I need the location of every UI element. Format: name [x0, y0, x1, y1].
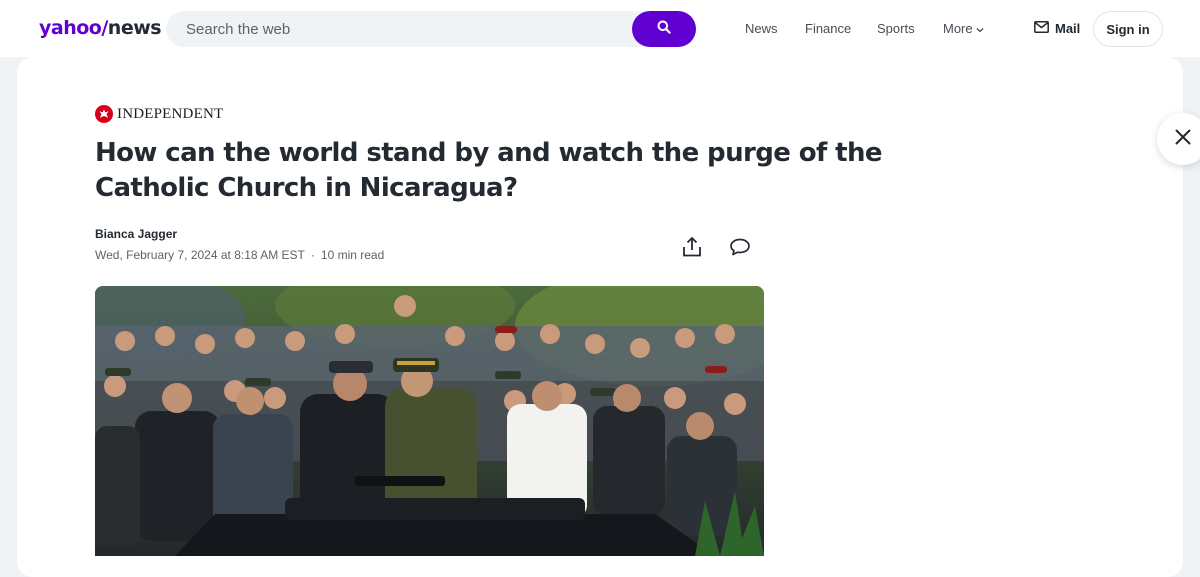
close-icon — [1174, 128, 1192, 151]
meta-separator: · — [310, 248, 315, 262]
article-author[interactable]: Bianca Jagger — [95, 227, 177, 241]
article-meta: Wed, February 7, 2024 at 8:18 AM EST · 10 … — [95, 248, 384, 262]
nav-finance-link[interactable]: Finance — [805, 0, 851, 57]
close-button[interactable] — [1157, 113, 1200, 165]
nav-more-label: More — [943, 21, 973, 36]
hero-photo-illustration — [95, 286, 764, 556]
article-hero-image[interactable] — [95, 286, 764, 556]
sign-in-button[interactable]: Sign in — [1093, 11, 1163, 47]
nav-more-menu[interactable]: More — [943, 0, 984, 57]
comment-icon[interactable] — [728, 235, 752, 259]
top-navigation-bar: yahoo/news News Finance Sports More M — [0, 0, 1200, 57]
chevron-down-icon — [976, 0, 984, 57]
mail-label: Mail — [1055, 21, 1081, 36]
yahoo-news-logo[interactable]: yahoo/news — [39, 16, 162, 40]
logo-brand-text: yahoo — [39, 17, 102, 39]
independent-eagle-icon — [95, 105, 113, 123]
logo-section-text: news — [107, 17, 162, 39]
search-bar — [166, 11, 696, 47]
search-icon — [657, 20, 671, 39]
search-button[interactable] — [632, 11, 696, 47]
mail-link[interactable]: Mail — [1034, 0, 1080, 57]
article-headline: How can the world stand by and watch the… — [95, 138, 883, 203]
nav-sports-link[interactable]: Sports — [877, 0, 915, 57]
share-icon[interactable] — [680, 235, 704, 259]
search-input[interactable] — [186, 11, 616, 47]
article-date: Wed, February 7, 2024 at 8:18 AM EST — [95, 248, 305, 262]
publisher-logo[interactable]: INDEPENDENT — [95, 105, 223, 123]
nav-news-link[interactable]: News — [745, 0, 778, 57]
read-time: 10 min read — [320, 248, 385, 262]
publisher-name: INDEPENDENT — [117, 105, 224, 122]
mail-icon — [1034, 21, 1055, 36]
